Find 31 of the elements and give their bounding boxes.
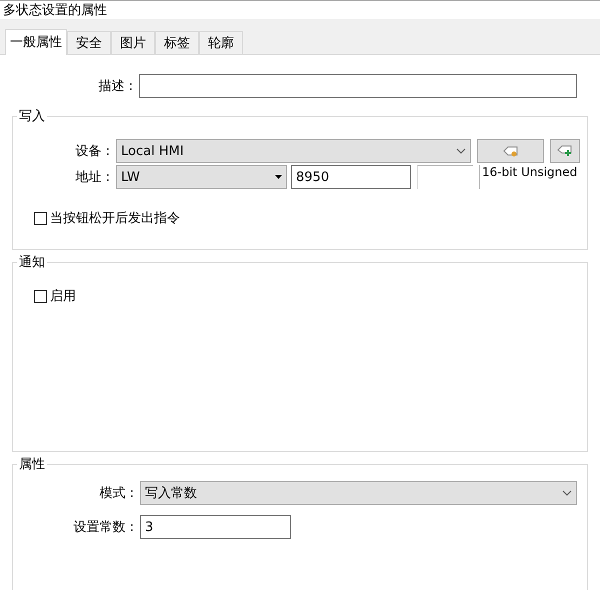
checkbox[interactable]: 启用 (34, 287, 76, 305)
dropdown-arrow-icon (275, 175, 282, 179)
address-type-dropdown[interactable]: LW (116, 165, 287, 189)
tab[interactable]: 标签 (155, 31, 199, 54)
device-dropdown[interactable]: Local HMI (116, 139, 471, 163)
tab[interactable]: 轮廓 (199, 31, 243, 54)
tag-icon (502, 145, 518, 157)
field-label: 模式 : (98, 485, 134, 502)
group-title: 写入 (17, 107, 47, 125)
mode-dropdown[interactable]: 写入常数 (140, 481, 577, 505)
description-field[interactable] (139, 74, 577, 98)
empty-field (417, 165, 473, 189)
address-field[interactable]: 8950 (291, 165, 411, 189)
group-title: 通知 (17, 253, 47, 271)
window-title: 多状态设置的属性 (2, 2, 108, 19)
tab[interactable]: 图片 (111, 31, 155, 54)
add-tag-button[interactable] (550, 139, 580, 163)
field-label: 地址 : (74, 169, 110, 186)
tab[interactable]: 安全 (67, 31, 111, 54)
chevron-down-icon (562, 490, 572, 496)
add-tag-icon (557, 145, 573, 157)
group-title: 属性 (17, 455, 47, 473)
chevron-down-icon (456, 148, 466, 154)
field-label: 描述 : (97, 78, 133, 95)
tab[interactable]: 一般属性 (5, 29, 67, 55)
field-label: 设备 : (74, 143, 110, 160)
tag-button[interactable] (477, 139, 544, 163)
checkbox[interactable]: 当按钮松开后发出指令 (34, 209, 180, 227)
constant-field[interactable]: 3 (140, 515, 291, 539)
data-format-text: 16-bit Unsigned (479, 165, 578, 189)
field-label: 设置常数 : (72, 519, 134, 536)
